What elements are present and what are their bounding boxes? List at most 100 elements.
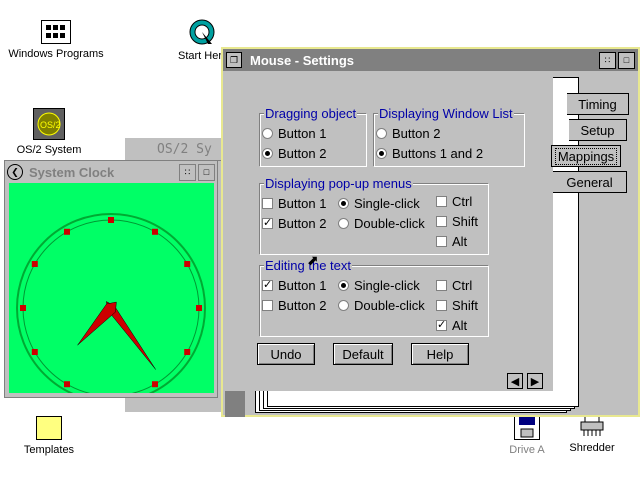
clock-hour-mark bbox=[152, 381, 158, 388]
check-edit-alt[interactable]: ✓ Alt bbox=[436, 318, 467, 333]
mouse-pointer-icon: ⬈ bbox=[307, 252, 319, 268]
clock-hour-mark bbox=[64, 228, 70, 235]
page-forward-arrow-icon[interactable]: ▶ bbox=[527, 373, 543, 389]
clock-hour-mark bbox=[152, 228, 158, 235]
tab-mappings-label: Mappings bbox=[554, 147, 618, 165]
option-label: Single-click bbox=[354, 196, 420, 211]
radio-indicator bbox=[376, 128, 387, 139]
desktop-icon-drive-a[interactable]: Drive A bbox=[504, 414, 550, 456]
radio-windowlist-button2[interactable]: Button 2 bbox=[376, 126, 440, 141]
checkbox-indicator bbox=[436, 236, 447, 247]
check-edit-ctrl[interactable]: Ctrl bbox=[436, 278, 472, 293]
check-popup-shift[interactable]: Shift bbox=[436, 214, 478, 229]
check-popup-alt[interactable]: Alt bbox=[436, 234, 467, 249]
undo-button[interactable]: Undo bbox=[257, 343, 315, 365]
option-label: Single-click bbox=[354, 278, 420, 293]
clock-hour-mark bbox=[31, 261, 38, 267]
desktop-icon-label: Shredder bbox=[569, 442, 615, 454]
default-button[interactable]: Default bbox=[333, 343, 393, 365]
clock-hour-mark bbox=[184, 261, 191, 267]
clock-titlebar[interactable]: ❮ System Clock ∷ □ bbox=[7, 163, 215, 181]
window-list-group: Displaying Window List Button 2 Buttons … bbox=[373, 106, 525, 167]
page-back-arrow-icon[interactable]: ◀ bbox=[507, 373, 523, 389]
radio-dragging-button1[interactable]: Button 1 bbox=[262, 126, 326, 141]
drive-icon bbox=[514, 414, 540, 440]
minimize-button[interactable]: ∷ bbox=[179, 163, 196, 181]
popup-menus-group: Displaying pop-up menus Button 1 ✓ Butto… bbox=[259, 176, 489, 255]
group-legend: Displaying Window List bbox=[378, 106, 514, 121]
option-label: Button 1 bbox=[278, 278, 327, 293]
maximize-button[interactable]: □ bbox=[618, 51, 635, 69]
option-label: Ctrl bbox=[452, 194, 473, 209]
option-label: Shift bbox=[452, 214, 479, 229]
system-menu-icon[interactable]: ❮ bbox=[7, 164, 23, 180]
tab-general[interactable]: General bbox=[553, 171, 627, 193]
tab-setup[interactable]: Setup bbox=[569, 119, 627, 141]
clock-hour-mark bbox=[31, 349, 38, 355]
radio-indicator bbox=[262, 148, 273, 159]
option-label: Double-click bbox=[354, 298, 425, 313]
notebook-page-mappings: Dragging object Button 1 Button 2 Displa… bbox=[223, 71, 553, 391]
clock-hour-mark bbox=[108, 217, 114, 223]
checkbox-indicator: ✓ bbox=[436, 319, 447, 331]
dragging-object-group: Dragging object Button 1 Button 2 bbox=[259, 106, 367, 167]
option-label: Button 1 bbox=[278, 126, 327, 141]
start-here-icon bbox=[188, 18, 216, 46]
radio-windowlist-buttons1and2[interactable]: Buttons 1 and 2 bbox=[376, 146, 483, 161]
check-edit-button1[interactable]: ✓ Button 1 bbox=[262, 278, 326, 293]
radio-indicator bbox=[338, 198, 349, 209]
checkbox-indicator bbox=[436, 196, 447, 207]
window-title: Mouse - Settings bbox=[250, 52, 355, 68]
desktop-icon-label: Templates bbox=[23, 444, 75, 456]
check-popup-button2[interactable]: ✓ Button 2 bbox=[262, 216, 326, 231]
check-edit-button2[interactable]: Button 2 bbox=[262, 298, 326, 313]
check-popup-ctrl[interactable]: Ctrl bbox=[436, 194, 472, 209]
option-label: Double-click bbox=[354, 216, 425, 231]
help-button[interactable]: Help bbox=[411, 343, 469, 365]
desktop-icon-label: OS/2 System bbox=[16, 144, 82, 156]
desktop-icon-os2-system[interactable]: OS/2 OS/2 System bbox=[14, 108, 84, 156]
option-label: Button 1 bbox=[278, 196, 327, 211]
desktop-icon-templates[interactable]: Templates bbox=[14, 416, 84, 456]
group-legend: Displaying pop-up menus bbox=[264, 176, 413, 191]
clock-hour-mark bbox=[184, 349, 191, 355]
mouse-titlebar[interactable]: ❐ Mouse - Settings ∷ □ bbox=[223, 49, 638, 71]
option-label: Button 2 bbox=[278, 216, 327, 231]
desktop-icon-label: Drive A bbox=[509, 444, 545, 456]
mouse-settings-window[interactable]: ❐ Mouse - Settings ∷ □ Dragging object B… bbox=[221, 47, 640, 417]
radio-indicator bbox=[376, 148, 387, 159]
option-label: Button 2 bbox=[278, 298, 327, 313]
maximize-button[interactable]: □ bbox=[198, 163, 215, 181]
group-legend: Dragging object bbox=[264, 106, 358, 121]
tab-timing[interactable]: Timing bbox=[567, 93, 629, 115]
clock-hour-mark bbox=[196, 305, 202, 311]
checkbox-indicator bbox=[436, 280, 447, 291]
clock-dial bbox=[16, 213, 206, 403]
radio-indicator bbox=[338, 218, 349, 229]
clock-title: System Clock bbox=[29, 164, 115, 180]
desktop-icon-shredder[interactable]: Shredder bbox=[566, 413, 618, 454]
radio-dragging-button2[interactable]: Button 2 bbox=[262, 146, 326, 161]
check-edit-shift[interactable]: Shift bbox=[436, 298, 478, 313]
option-label: Ctrl bbox=[452, 278, 473, 293]
checkbox-indicator: ✓ bbox=[262, 217, 273, 229]
check-popup-button1[interactable]: Button 1 bbox=[262, 196, 326, 211]
clock-hour-hand bbox=[77, 301, 117, 346]
tab-mappings[interactable]: Mappings bbox=[551, 145, 621, 167]
radio-popup-double[interactable]: Double-click bbox=[338, 216, 425, 231]
system-menu-icon[interactable]: ❐ bbox=[226, 52, 242, 68]
shredder-icon bbox=[579, 413, 605, 438]
option-label: Alt bbox=[452, 318, 468, 333]
clock-hour-mark bbox=[64, 381, 70, 388]
option-label: Shift bbox=[452, 298, 479, 313]
minimize-button[interactable]: ∷ bbox=[599, 51, 616, 69]
option-label: Alt bbox=[452, 234, 468, 249]
radio-popup-single[interactable]: Single-click bbox=[338, 196, 420, 211]
radio-edit-single[interactable]: Single-click bbox=[338, 278, 420, 293]
radio-edit-double[interactable]: Double-click bbox=[338, 298, 425, 313]
radio-indicator bbox=[338, 280, 349, 291]
radio-indicator bbox=[338, 300, 349, 311]
option-label: Buttons 1 and 2 bbox=[392, 146, 484, 161]
system-clock-window[interactable]: ❮ System Clock ∷ □ bbox=[4, 160, 218, 403]
desktop-icon-windows-programs[interactable]: Windows Programs bbox=[8, 20, 104, 60]
